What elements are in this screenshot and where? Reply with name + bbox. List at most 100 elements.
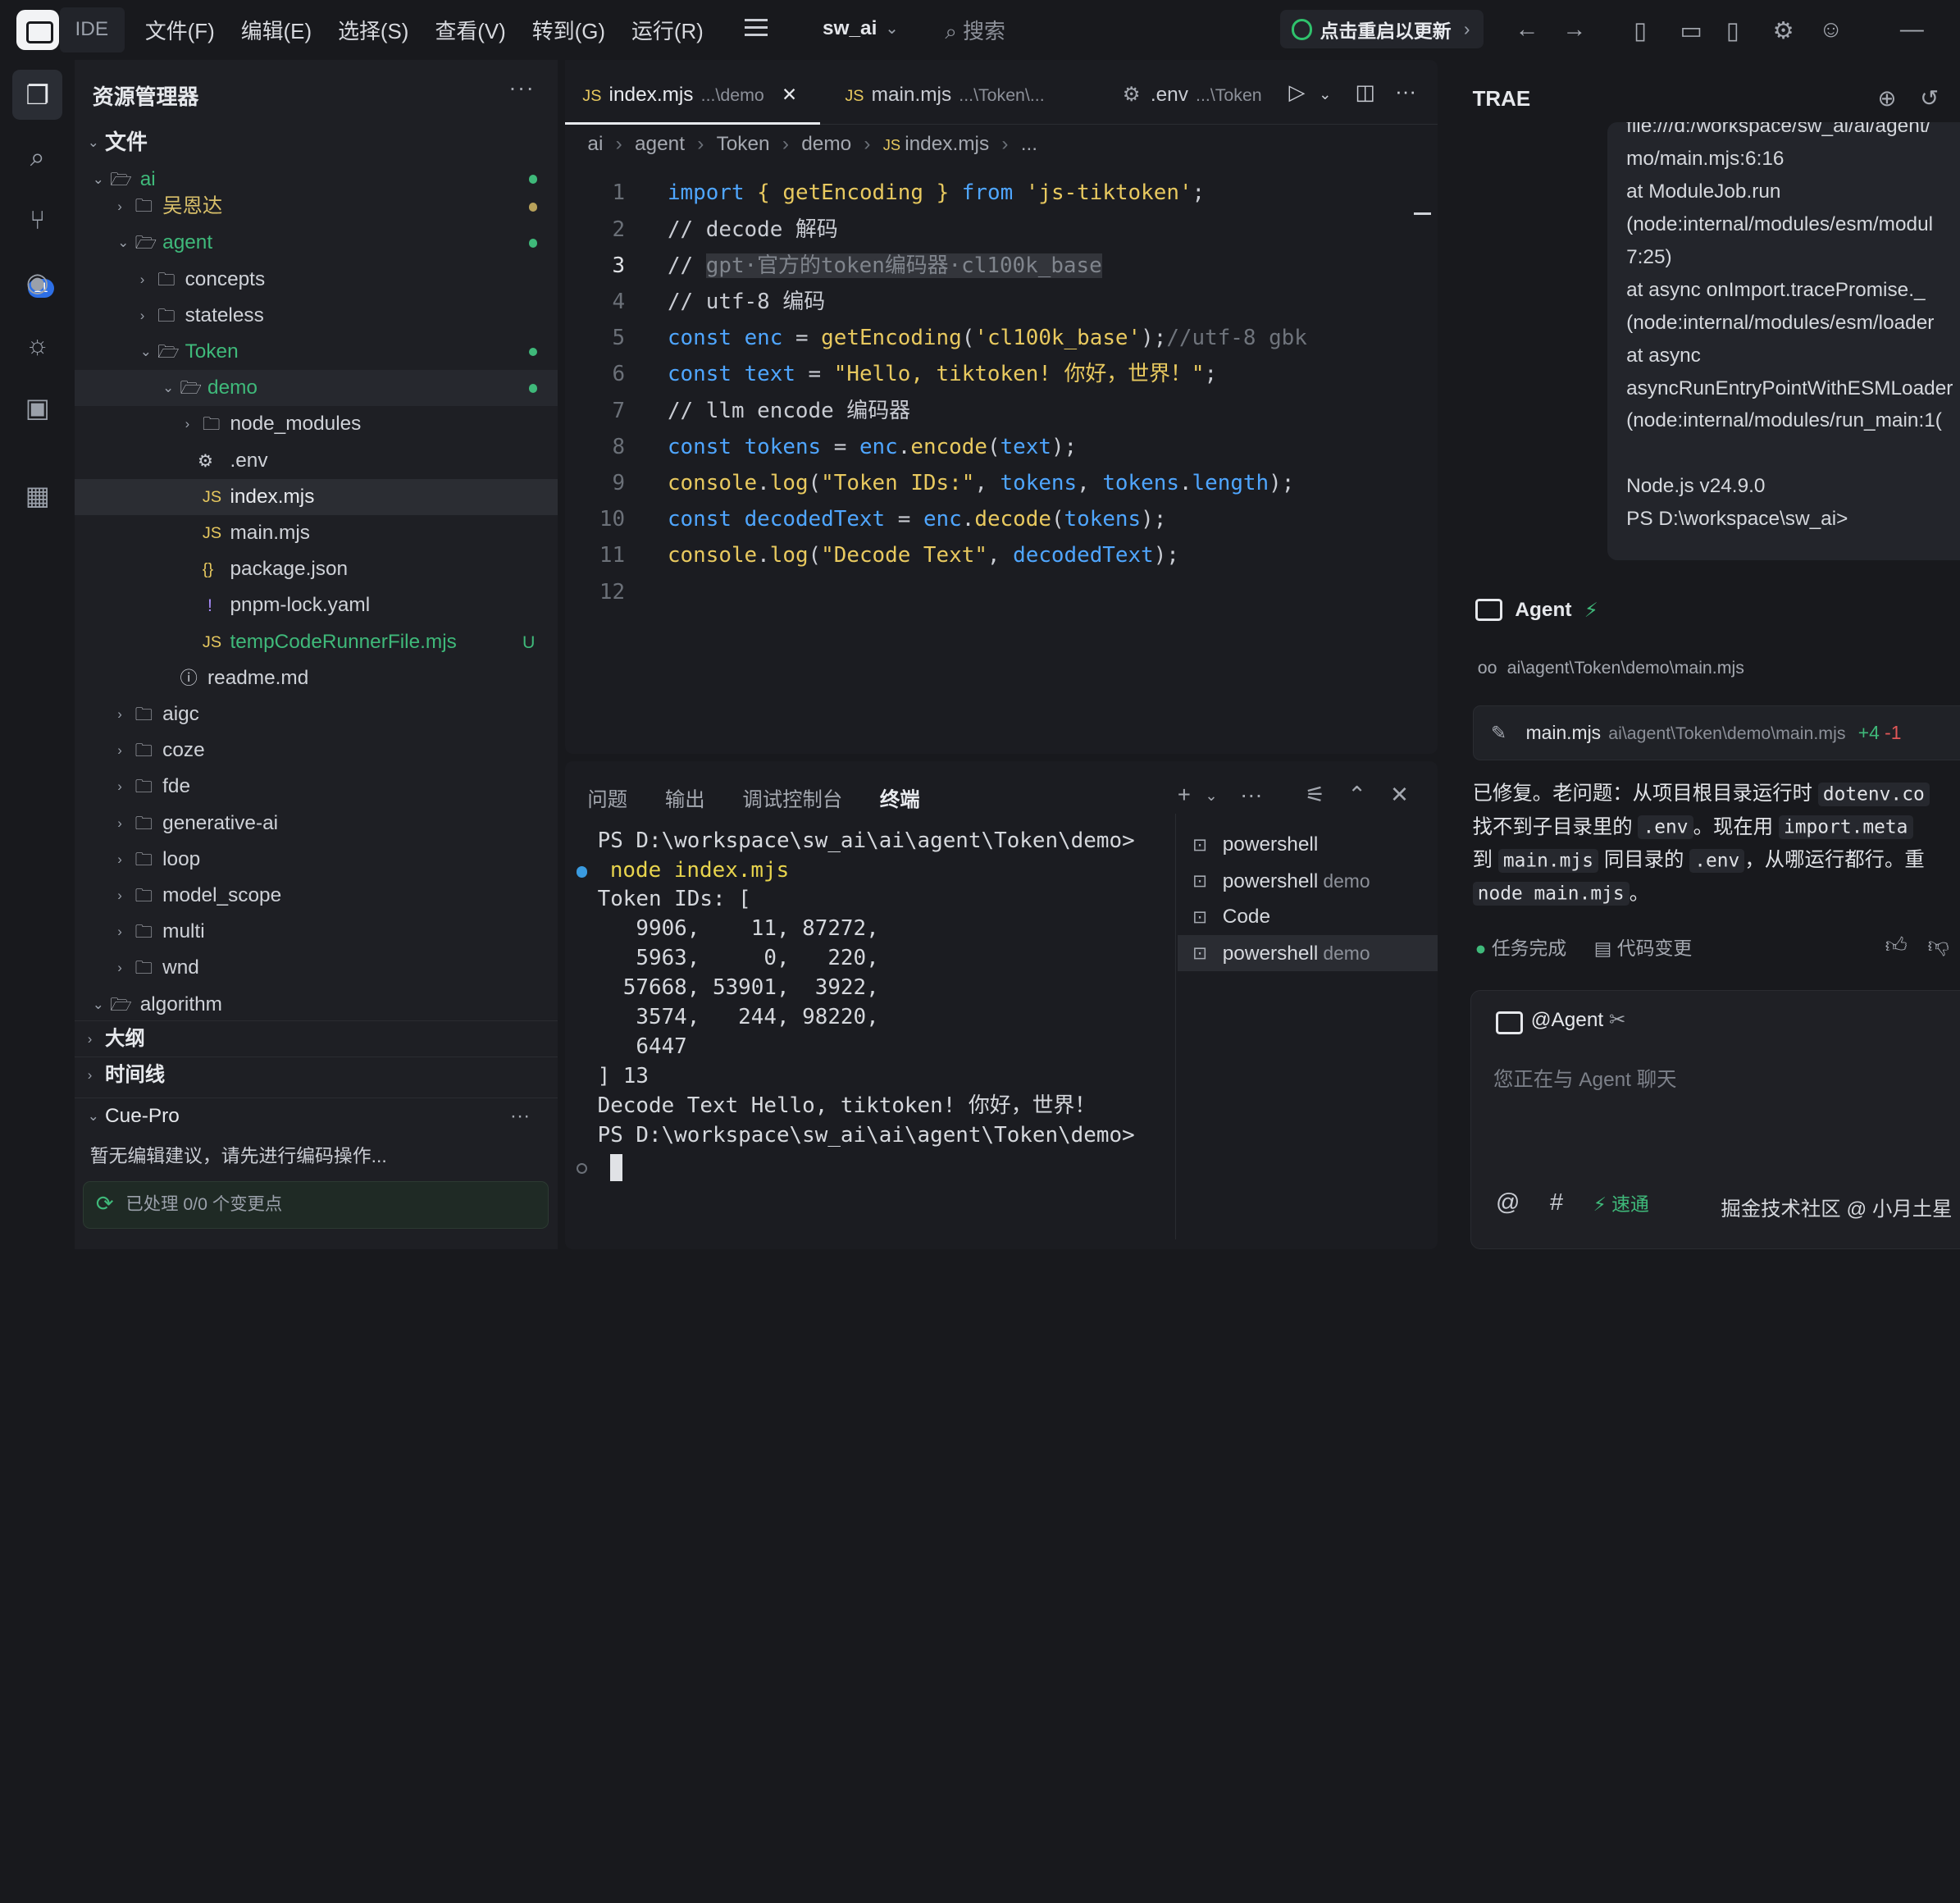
forward-arrow-icon[interactable]: → xyxy=(1562,16,1586,43)
cue-pro-section[interactable]: ⌄ Cue-Pro ··· xyxy=(75,1098,558,1134)
remote-icon[interactable]: ▣ xyxy=(12,382,62,432)
terminal-instance[interactable]: ⊡ Code xyxy=(1178,899,1438,935)
tree-file-env[interactable]: ⚙ .env xyxy=(75,443,557,479)
split-editor-icon[interactable]: ◫ xyxy=(1355,80,1374,105)
project-selector[interactable]: sw_ai xyxy=(823,17,877,40)
more-menu-icon[interactable] xyxy=(745,18,768,39)
file-reference[interactable]: oo ai\agent\Token\demo\main.mjs xyxy=(1478,658,1744,678)
menu-edit[interactable]: 编辑(E) xyxy=(241,15,312,45)
minimize-icon[interactable]: — xyxy=(1900,16,1924,43)
tree-file-main-mjs[interactable]: JS main.mjs xyxy=(75,515,557,551)
terminal-instance[interactable]: ⊡ powershell demo xyxy=(1177,935,1438,972)
tree-folder-algorithm[interactable]: ⌄ 🗁 algorithm xyxy=(75,987,557,1023)
chevron-down-icon[interactable]: ⌄ xyxy=(1205,787,1217,805)
tree-folder-demo[interactable]: ⌄ 🗁 demo xyxy=(75,370,558,407)
tree-file-readme[interactable]: ⓘ readme.md xyxy=(75,660,557,696)
hash-context-icon[interactable]: # xyxy=(1550,1189,1563,1216)
tab-env[interactable]: ⚙ .env ...\Token xyxy=(1105,60,1279,125)
tree-folder-coze[interactable]: › 🗀 coze xyxy=(75,732,557,769)
menu-run[interactable]: 运行(R) xyxy=(631,15,704,45)
close-icon[interactable]: ✕ xyxy=(782,84,797,105)
terminal-instance[interactable]: ⊡ powershell xyxy=(1178,827,1438,863)
tree-folder-node-modules[interactable]: › 🗀 node_modules xyxy=(75,406,557,442)
close-icon[interactable]: ✕ xyxy=(1390,782,1409,808)
speed-mode-toggle[interactable]: ⚡ 速通 xyxy=(1593,1189,1649,1216)
tree-folder-token[interactable]: ⌄ 🗁 Token xyxy=(75,334,557,370)
tree-folder-wuenda[interactable]: › 🗀 吴恩达 xyxy=(75,196,557,226)
preview-eye-icon[interactable]: ◉ xyxy=(12,258,62,308)
thumbs-down-icon[interactable]: 👎︎ xyxy=(1927,933,1949,958)
toggle-sidebar-icon[interactable]: ▯ xyxy=(1634,16,1647,45)
debug-icon[interactable]: ☼ xyxy=(12,320,62,370)
toggle-panel-icon[interactable]: ▭ xyxy=(1680,16,1702,45)
code-lines[interactable]: 1 import { getEncoding } from 'js-tiktoke… xyxy=(565,175,1438,609)
tab-debug-console[interactable]: 调试控制台 xyxy=(742,784,842,813)
tree-section-files[interactable]: ⌄ 文件 xyxy=(75,125,557,161)
breadcrumb-item[interactable]: Token xyxy=(717,133,770,156)
new-chat-icon[interactable]: ⊕ xyxy=(1877,85,1896,112)
terminal-settings-icon[interactable]: ⚟ xyxy=(1305,782,1325,808)
chevron-down-icon[interactable]: ⌄ xyxy=(1319,85,1331,103)
tab-main-mjs[interactable]: JS main.mjs ...\Token\... xyxy=(827,60,1102,125)
extensions-icon[interactable]: ▦ xyxy=(12,470,62,520)
tree-folder-fde[interactable]: › 🗀 fde xyxy=(75,769,557,805)
breadcrumb-item[interactable]: agent xyxy=(635,133,685,156)
history-icon[interactable]: ↺ xyxy=(1920,85,1939,112)
code-changes-button[interactable]: ▤ 代码变更 xyxy=(1594,933,1692,961)
chat-input-placeholder[interactable]: 您正在与 Agent 聊天 xyxy=(1493,1064,1677,1093)
file-change-card[interactable]: main.mjsai\agent\Token\demo\main.mjs+4 -… xyxy=(1472,705,1960,760)
trae-logo-icon[interactable] xyxy=(16,10,59,50)
tree-folder-agent[interactable]: ⌄ 🗁 agent xyxy=(75,225,557,261)
breadcrumb-item[interactable]: demo xyxy=(801,133,851,156)
tree-folder-wnd[interactable]: › 🗀 wnd xyxy=(75,950,557,986)
gear-icon[interactable]: ⚙ xyxy=(1772,16,1794,45)
tree-folder-model-scope[interactable]: › 🗀 model_scope xyxy=(75,878,557,914)
back-arrow-icon[interactable]: ← xyxy=(1515,16,1538,43)
account-icon[interactable]: ☺ xyxy=(1819,16,1844,43)
chat-input-box[interactable]: @Agent ✂ 您正在与 Agent 聊天 @ # ⚡ 速通 掘金技术社区 @… xyxy=(1470,990,1960,1249)
more-actions-icon[interactable]: ··· xyxy=(1395,80,1416,104)
new-terminal-icon[interactable]: + xyxy=(1178,782,1191,808)
tree-folder-multi[interactable]: › 🗀 multi xyxy=(75,914,557,950)
breadcrumb-item[interactable]: ... xyxy=(1021,133,1037,156)
tree-folder-concepts[interactable]: › 🗀 concepts xyxy=(75,262,557,298)
breadcrumb-item[interactable]: JS index.mjs xyxy=(883,133,989,156)
source-control-icon[interactable]: ⑂ xyxy=(12,195,62,245)
tree-file-temp-runner[interactable]: JS tempCodeRunnerFile.mjs U xyxy=(75,624,557,660)
tree-file-package-json[interactable]: {} package.json xyxy=(75,551,557,587)
run-icon[interactable]: ▷ xyxy=(1289,80,1306,105)
chevron-down-icon[interactable]: ⌄ xyxy=(885,19,899,39)
search-box[interactable]: ⌕ 搜索 xyxy=(945,15,1005,45)
restart-update-button[interactable]: 点击重启以更新 › xyxy=(1279,10,1484,49)
maximize-panel-icon[interactable]: ⌃ xyxy=(1347,782,1366,808)
tree-folder-loop[interactable]: › 🗀 loop xyxy=(75,842,557,878)
tab-terminal[interactable]: 终端 xyxy=(880,784,920,813)
tab-output[interactable]: 输出 xyxy=(665,784,705,813)
search-icon[interactable]: ⌕ xyxy=(12,133,62,183)
menu-goto[interactable]: 转到(G) xyxy=(532,15,605,45)
breadcrumb-item[interactable]: ai xyxy=(587,133,603,156)
tab-index-mjs[interactable]: JS index.mjs ...\demo ✕ xyxy=(564,60,820,125)
tree-folder-generative-ai[interactable]: › 🗀 generative-ai xyxy=(75,805,557,842)
menu-file[interactable]: 文件(F) xyxy=(145,15,215,45)
tree-file-pnpm-lock[interactable]: ! pnpm-lock.yaml xyxy=(75,587,557,623)
more-actions-icon[interactable]: ··· xyxy=(1240,782,1262,808)
terminal-instance[interactable]: ⊡ powershell demo xyxy=(1178,863,1438,899)
ide-tag[interactable]: IDE xyxy=(60,7,125,52)
menu-view[interactable]: 查看(V) xyxy=(435,15,505,45)
tab-problems[interactable]: 问题 xyxy=(587,784,627,813)
at-mention-icon[interactable]: @ xyxy=(1496,1189,1520,1216)
toggle-secondary-sidebar-icon[interactable]: ▯ xyxy=(1726,16,1739,45)
terminal-output[interactable]: PS D:\workspace\sw_ai\ai\agent\Token\dem… xyxy=(598,827,1173,1152)
more-actions-icon[interactable]: ··· xyxy=(508,75,535,101)
tree-folder-stateless[interactable]: › 🗀 stateless xyxy=(75,298,557,334)
menu-select[interactable]: 选择(S) xyxy=(338,15,408,45)
agent-mention[interactable]: @Agent ✂ xyxy=(1491,1003,1625,1038)
tree-folder-aigc[interactable]: › 🗀 aigc xyxy=(75,696,557,732)
cue-status[interactable]: 已处理 0/0 个变更点 xyxy=(82,1181,549,1230)
timeline-section[interactable]: › 时间线 xyxy=(75,1056,558,1093)
tree-file-index-mjs[interactable]: JS index.mjs xyxy=(75,478,558,515)
thumbs-up-icon[interactable]: 👍︎ xyxy=(1885,933,1908,958)
explorer-icon[interactable]: ❐ xyxy=(12,70,63,121)
outline-section[interactable]: › 大纲 xyxy=(75,1020,558,1056)
